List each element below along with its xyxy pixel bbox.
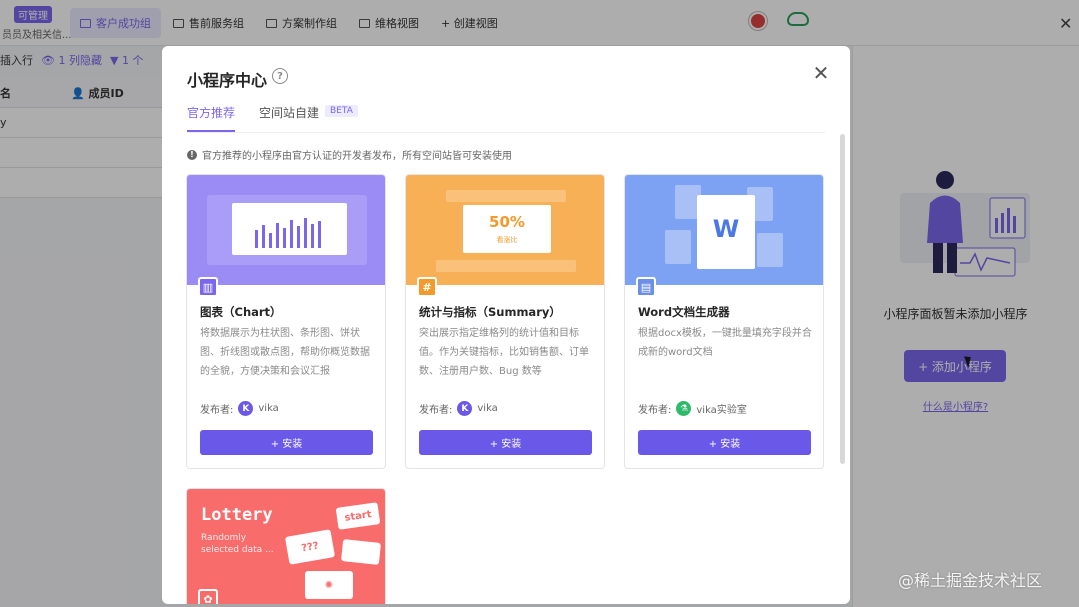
widget-card-lottery[interactable]: Lottery Randomly selected data ... start…: [186, 488, 386, 604]
card-publisher: 发布者: ⚗ vika实验室: [638, 401, 747, 416]
install-button[interactable]: + 安装: [638, 430, 811, 455]
install-button[interactable]: + 安装: [200, 430, 373, 455]
card-banner: 50% 看涨比: [406, 175, 604, 285]
vika-logo-icon: K: [457, 401, 473, 416]
lottery-subtitle: Randomly selected data ...: [201, 533, 274, 555]
install-button[interactable]: + 安装: [419, 430, 592, 455]
widget-card-word[interactable]: W ▤ Word文档生成器 根据docx模板，一键批量填充字段并合成新的word…: [624, 174, 824, 469]
card-banner: [187, 175, 385, 285]
tab-custom[interactable]: 空间站自建 BETA: [259, 104, 358, 132]
watermark: @稀土掘金技术社区: [898, 571, 1043, 590]
info-icon: !: [187, 149, 197, 160]
chart-banner-art: [207, 195, 367, 265]
widget-center-modal: 小程序中心 ? ✕ 官方推荐 空间站自建 BETA ! 官方推荐的小程序由官方认证…: [162, 46, 850, 604]
scrollbar[interactable]: [840, 134, 845, 464]
lottery-ticket-blank: [340, 539, 382, 565]
lottery-ticket-question: ???: [284, 529, 336, 565]
widget-card-summary[interactable]: 50% 看涨比 # 统计与指标（Summary） 突出展示指定维格列的统计值和目…: [405, 174, 605, 469]
hash-icon: #: [417, 277, 437, 297]
modal-title: 小程序中心: [187, 71, 268, 90]
close-icon[interactable]: ✕: [812, 63, 830, 83]
lottery-icon: ✿: [198, 589, 218, 604]
card-banner: W: [625, 175, 823, 285]
help-icon[interactable]: ?: [272, 68, 288, 84]
card-name: 图表（Chart）: [200, 305, 282, 319]
modal-tabs: 官方推荐 空间站自建 BETA: [187, 104, 358, 132]
card-description: 将数据展示为柱状图、条形图、饼状图、折线图或散点图，帮助你概览数据的全貌，方便决…: [200, 328, 370, 377]
tabs-divider: [187, 132, 825, 133]
tab-official[interactable]: 官方推荐: [187, 104, 236, 132]
widget-card-chart[interactable]: ▥ 图表（Chart） 将数据展示为柱状图、条形图、饼状图、折线图或散点图，帮助…: [186, 174, 386, 469]
card-name: 统计与指标（Summary）: [419, 305, 561, 319]
summary-banner-value: 50%: [489, 213, 525, 231]
card-description: 根据docx模板，一键批量填充字段并合成新的word文档: [638, 328, 812, 358]
lottery-title: Lottery: [201, 505, 273, 525]
notice: ! 官方推荐的小程序由官方认证的开发者发布，所有空间站皆可安装使用: [187, 147, 512, 162]
vika-logo-icon: K: [238, 401, 254, 416]
bar-chart-icon: ▥: [198, 277, 218, 297]
card-publisher: 发布者: K vika: [419, 401, 498, 416]
word-banner-letter: W: [712, 215, 740, 243]
card-description: 突出展示指定维格列的统计值和目标值。作为关键指标，比如销售额、订单数、注册用户数…: [419, 328, 589, 377]
summary-banner-caption: 看涨比: [496, 236, 518, 244]
vika-lab-logo-icon: ⚗: [676, 401, 692, 416]
document-icon: ▤: [636, 277, 656, 297]
card-publisher: 发布者: K vika: [200, 401, 279, 416]
beta-badge: BETA: [325, 105, 358, 117]
card-name: Word文档生成器: [638, 305, 730, 319]
lottery-ticket-start: start: [335, 502, 381, 530]
lottery-wheel: ✺: [305, 571, 353, 599]
